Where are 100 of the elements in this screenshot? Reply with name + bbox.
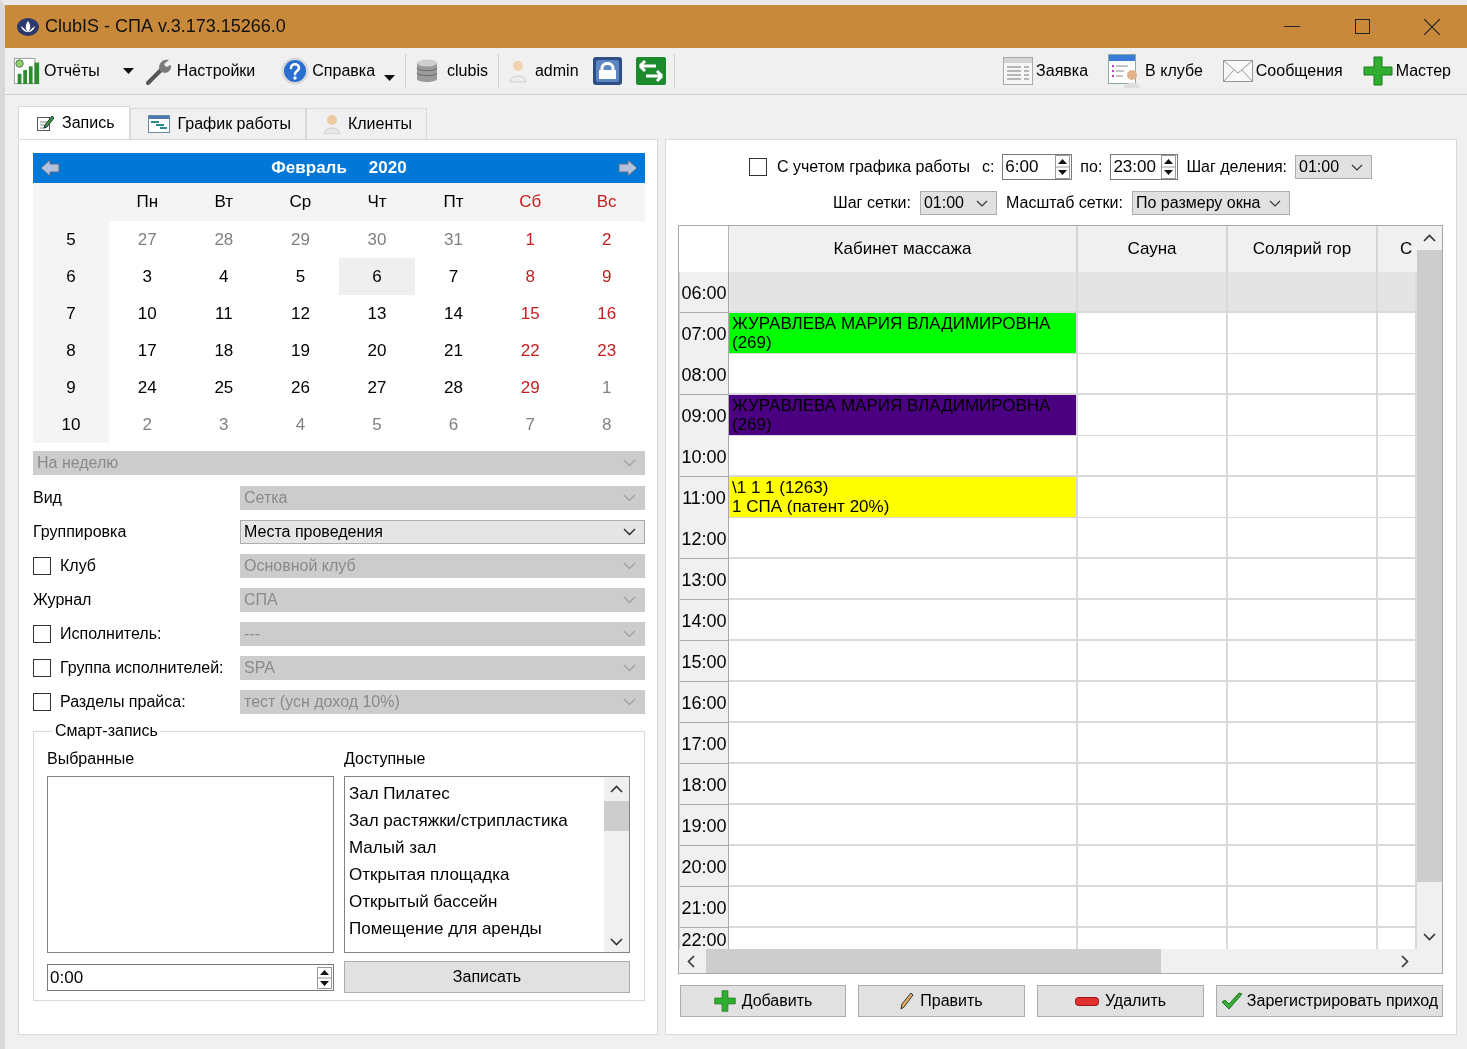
chevron-up-icon[interactable] bbox=[1423, 234, 1436, 242]
list-item[interactable]: Зал Пилатес bbox=[349, 780, 604, 807]
in-club-button[interactable]: В клубе bbox=[1106, 52, 1205, 90]
scrollbar-thumb[interactable] bbox=[706, 949, 1161, 973]
booking-block[interactable]: ЖУРАВЛЕВА МАРИЯ ВЛАДИМИРОВНА (269) bbox=[729, 313, 1076, 353]
calendar-day[interactable]: 7 bbox=[491, 406, 569, 443]
add-button[interactable]: Добавить bbox=[680, 985, 846, 1017]
calendar-day[interactable]: 16 bbox=[568, 295, 645, 332]
caret-icon[interactable] bbox=[122, 68, 134, 74]
booking-block[interactable]: \1 1 1 (1263) 1 СПА (патент 20%) bbox=[729, 477, 1076, 517]
calendar-day[interactable]: 30 bbox=[338, 221, 416, 258]
calendar-day[interactable]: 6 bbox=[415, 406, 492, 443]
vertical-scrollbar[interactable] bbox=[604, 777, 629, 952]
left-arrow-icon[interactable] bbox=[40, 159, 60, 177]
chevron-down-icon[interactable] bbox=[610, 938, 623, 946]
chevron-up-icon[interactable] bbox=[610, 785, 623, 793]
month-label[interactable]: Февраль bbox=[271, 158, 347, 178]
edit-button[interactable]: Править bbox=[858, 985, 1025, 1017]
calendar-day[interactable]: 29 bbox=[262, 221, 339, 258]
tab[interactable]: Клиенты bbox=[305, 108, 428, 139]
calendar-day[interactable]: 1 bbox=[568, 369, 645, 406]
request-button[interactable]: Заявка bbox=[1001, 52, 1091, 90]
delete-button[interactable]: Удалить bbox=[1037, 985, 1204, 1017]
calendar-day[interactable]: 17 bbox=[109, 332, 186, 369]
calendar-day[interactable]: 27 bbox=[338, 369, 416, 406]
checkbox[interactable] bbox=[748, 158, 767, 176]
list-item[interactable]: Открытая площадка bbox=[349, 861, 604, 888]
calendar-day[interactable]: 28 bbox=[185, 221, 263, 258]
dropdown[interactable]: Места проведения bbox=[240, 520, 645, 544]
messages-button[interactable]: Сообщения bbox=[1220, 52, 1345, 90]
calendar-day[interactable]: 13 bbox=[338, 295, 416, 332]
wizard-button[interactable]: Мастер bbox=[1360, 52, 1453, 90]
calendar-day[interactable]: 31 bbox=[415, 221, 492, 258]
calendar-day[interactable]: 21 bbox=[415, 332, 492, 369]
calendar-day[interactable]: 6 bbox=[338, 258, 416, 295]
calendar-day[interactable]: 2 bbox=[109, 406, 186, 443]
calendar-day[interactable]: 15 bbox=[491, 295, 569, 332]
calendar-day[interactable]: 7 bbox=[415, 258, 492, 295]
calendar-day[interactable]: 8 bbox=[568, 406, 645, 443]
calendar-day[interactable]: 27 bbox=[109, 221, 186, 258]
tab[interactable]: Запись bbox=[18, 106, 130, 139]
calendar-day[interactable]: 23 bbox=[568, 332, 645, 369]
calendar-day[interactable]: 18 bbox=[185, 332, 263, 369]
list-item[interactable]: Малый зал bbox=[349, 834, 604, 861]
close-icon bbox=[1424, 18, 1440, 35]
calendar-day[interactable]: 22 bbox=[491, 332, 569, 369]
user-button[interactable]: admin bbox=[506, 52, 581, 90]
time-field[interactable]: 6:00 bbox=[1002, 154, 1073, 180]
time-field[interactable]: 23:00 bbox=[1110, 154, 1179, 180]
calendar-day[interactable]: 3 bbox=[109, 258, 186, 295]
calendar-day[interactable]: 12 bbox=[262, 295, 339, 332]
reports-button[interactable]: Отчёты bbox=[11, 52, 136, 90]
calendar-day[interactable]: 4 bbox=[185, 258, 263, 295]
dropdown[interactable]: По размеру окна bbox=[1131, 191, 1290, 215]
calendar-day[interactable]: 28 bbox=[415, 369, 492, 406]
list-item[interactable]: Помещение для аренды bbox=[349, 915, 604, 942]
list-item[interactable]: Зал растяжки/стрипластика bbox=[349, 807, 604, 834]
submit-button[interactable]: Записать bbox=[344, 961, 630, 993]
calendar-day[interactable]: 9 bbox=[568, 258, 645, 295]
caret-icon[interactable] bbox=[384, 75, 396, 81]
list-item[interactable]: Открытый бассейн bbox=[349, 888, 604, 915]
exit-button[interactable] bbox=[635, 57, 666, 85]
chevron-left-icon[interactable] bbox=[687, 954, 695, 968]
scrollbar-thumb[interactable] bbox=[604, 801, 629, 831]
calendar-day[interactable]: 5 bbox=[262, 258, 339, 295]
calendar-day[interactable]: 1 bbox=[491, 221, 569, 258]
dropdown[interactable]: 01:00 bbox=[1295, 155, 1373, 179]
database-icon bbox=[416, 59, 439, 83]
column-header: Сауна bbox=[1078, 226, 1228, 272]
right-arrow-icon[interactable] bbox=[618, 159, 638, 177]
calendar-day[interactable]: 24 bbox=[109, 369, 186, 406]
calendar-day[interactable]: 25 bbox=[185, 369, 263, 406]
chevron-down-icon[interactable] bbox=[1423, 933, 1436, 941]
calendar-day[interactable]: 26 bbox=[262, 369, 339, 406]
spinner-arrows-icon[interactable] bbox=[1161, 155, 1177, 179]
lock-button[interactable] bbox=[592, 57, 622, 85]
calendar-day[interactable]: 3 bbox=[185, 406, 263, 443]
spinner-arrows-icon[interactable] bbox=[317, 966, 332, 989]
calendar-day[interactable]: 11 bbox=[185, 295, 263, 332]
calendar-day[interactable]: 4 bbox=[262, 406, 339, 443]
help-button[interactable]: Справка bbox=[279, 52, 398, 90]
database-button[interactable]: clubis bbox=[414, 52, 490, 90]
field-label: Вид bbox=[33, 489, 62, 507]
calendar-day[interactable]: 2 bbox=[568, 221, 645, 258]
calendar-day[interactable]: 8 bbox=[491, 258, 569, 295]
settings-button[interactable]: Настройки bbox=[141, 52, 258, 90]
dropdown[interactable]: 01:00 bbox=[919, 191, 997, 215]
chevron-right-icon[interactable] bbox=[1401, 954, 1409, 968]
calendar-day[interactable]: 29 bbox=[491, 369, 569, 406]
available-list[interactable]: Зал Пилатес Зал растяжки/стрипластика Малый зал Открытая площадка Открытый бассейн Помещение для аренды bbox=[344, 776, 630, 953]
calendar-day[interactable]: 10 bbox=[109, 295, 186, 332]
spinner-arrows-icon[interactable] bbox=[1055, 155, 1071, 179]
calendar-day[interactable]: 14 bbox=[415, 295, 492, 332]
tab[interactable]: График работы bbox=[129, 108, 306, 139]
calendar-day[interactable]: 19 bbox=[262, 332, 339, 369]
chevron-down-icon bbox=[623, 698, 636, 706]
calendar-day[interactable]: 5 bbox=[338, 406, 416, 443]
time-field[interactable]: 0:00 bbox=[47, 964, 334, 991]
register-arrival-button[interactable]: Зарегистрировать приход bbox=[1216, 985, 1443, 1017]
calendar-day[interactable]: 20 bbox=[338, 332, 416, 369]
